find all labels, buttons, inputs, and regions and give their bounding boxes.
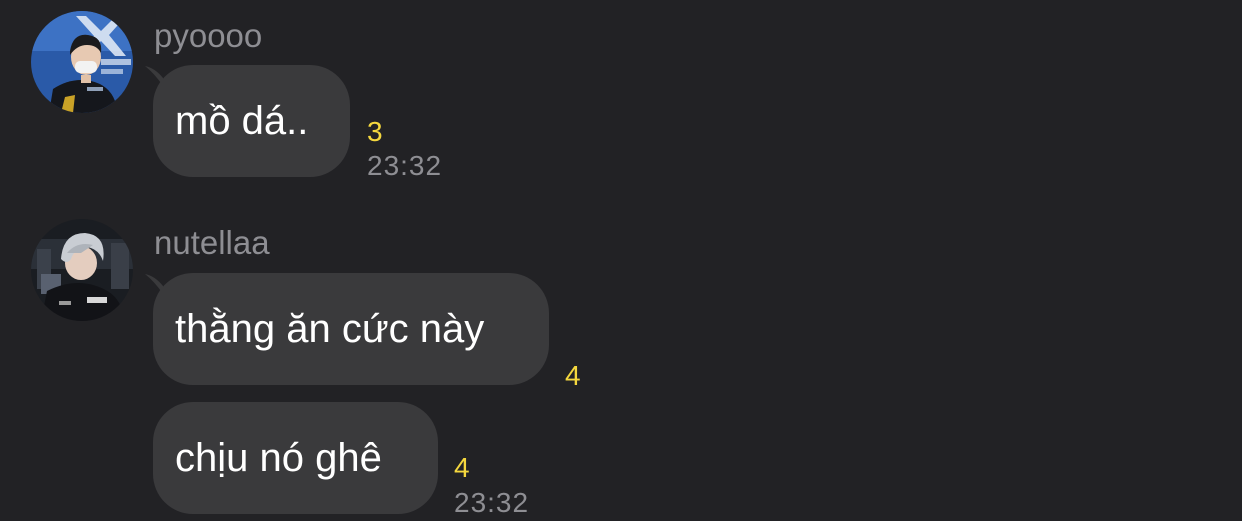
message-bubble[interactable]: mồ dá.. <box>153 65 350 177</box>
message-text: chịu nó ghê <box>175 436 382 480</box>
unread-count: 3 <box>367 116 383 147</box>
avatar-nutellaa-icon <box>31 219 133 321</box>
message-text: thằng ăn cức này <box>175 307 485 351</box>
sender-name: nutellaa <box>154 224 270 261</box>
message-bubble[interactable]: thằng ăn cức này <box>153 273 549 385</box>
avatar-nutellaa[interactable] <box>31 219 133 321</box>
message-text: mồ dá.. <box>175 99 309 143</box>
avatar-pyoooo[interactable] <box>31 11 133 113</box>
sender-name: pyoooo <box>154 17 263 54</box>
unread-count: 4 <box>565 360 581 391</box>
unread-count: 4 <box>454 452 470 483</box>
avatar-pyoooo-icon <box>31 11 133 113</box>
message-bubble[interactable]: chịu nó ghê <box>153 402 438 514</box>
message-time: 23:32 <box>367 150 443 181</box>
message-time: 23:32 <box>454 487 530 518</box>
